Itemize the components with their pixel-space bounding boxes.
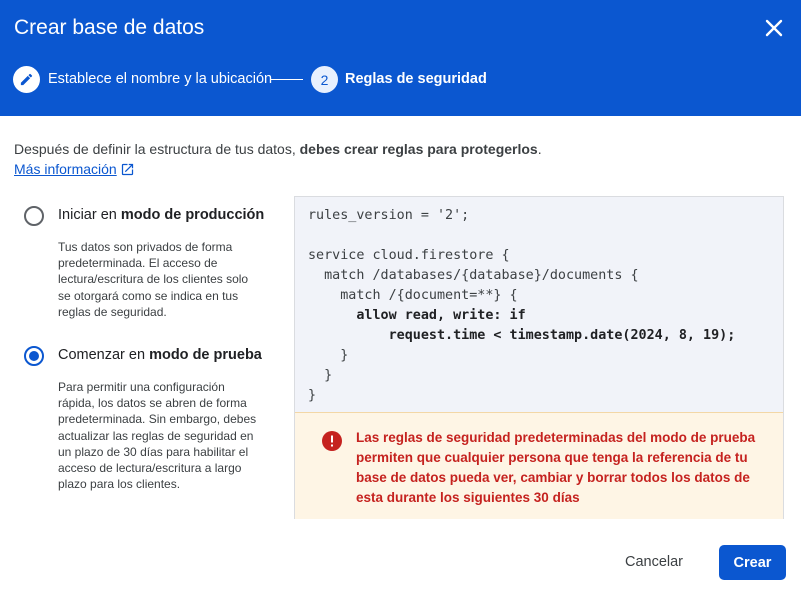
test-mode-description: Para permitir una configuración rápida, … [58,380,257,492]
more-info-link-label: Más información [14,161,117,177]
error-icon [322,431,342,451]
test-mode-radio[interactable] [24,346,44,366]
code-line-3: match /databases/{database}/documents { [308,268,639,283]
stepper-connector [271,79,303,80]
production-mode-radio[interactable] [24,206,44,226]
security-rules-code: rules_version = '2'; service cloud.fires… [308,206,735,406]
warning-text: Las reglas de seguridad predeterminadas … [356,430,756,505]
code-line-1: rules_version = '2'; [308,208,470,223]
dialog-title: Crear base de datos [14,16,205,39]
test-mode-warning: Las reglas de seguridad predeterminadas … [295,412,783,519]
production-mode-label[interactable]: Iniciar en modo de producción [58,207,264,223]
intro-text-end: . [537,141,542,157]
create-button[interactable]: Crear [719,545,786,580]
step-1-label[interactable]: Establece el nombre y la ubicación [48,71,272,87]
step-2-label: Reglas de seguridad [345,71,487,87]
cancel-button[interactable]: Cancelar [612,545,696,579]
security-rules-panel: rules_version = '2'; service cloud.fires… [294,196,784,519]
code-line-5: allow read, write: if [308,308,526,323]
code-line-4: match /{document=**} { [308,288,518,303]
intro-text-bold: debes crear reglas para protegerlos [299,141,538,157]
step-1-indicator[interactable] [13,66,40,93]
code-line-2: service cloud.firestore { [308,248,510,263]
intro-text: Después de definir la estructura de tus … [14,141,542,157]
open-in-new-icon [121,163,133,175]
code-line-6: request.time < timestamp.date(2024, 8, 1… [308,328,736,343]
production-mode-description: Tus datos son privados de forma predeter… [58,240,249,319]
production-mode-label-prefix: Iniciar en [58,207,121,223]
code-line-9: } [308,388,317,403]
code-line-8: } [308,368,333,383]
test-mode-label[interactable]: Comenzar en modo de prueba [58,347,262,363]
code-line-7: } [308,348,349,363]
test-mode-label-bold: modo de prueba [149,347,262,363]
close-button[interactable] [760,14,788,42]
production-mode-label-bold: modo de producción [120,207,265,223]
test-mode-label-prefix: Comenzar en [58,347,150,363]
edit-pencil-icon [20,73,33,86]
step-2-indicator: 2 [311,66,338,93]
more-info-link[interactable]: Más información [14,161,135,177]
dialog-header: Crear base de datos Establece el nombre … [0,0,801,116]
close-icon [765,19,783,37]
intro-text-start: Después de definir la estructura de tus … [14,141,300,157]
